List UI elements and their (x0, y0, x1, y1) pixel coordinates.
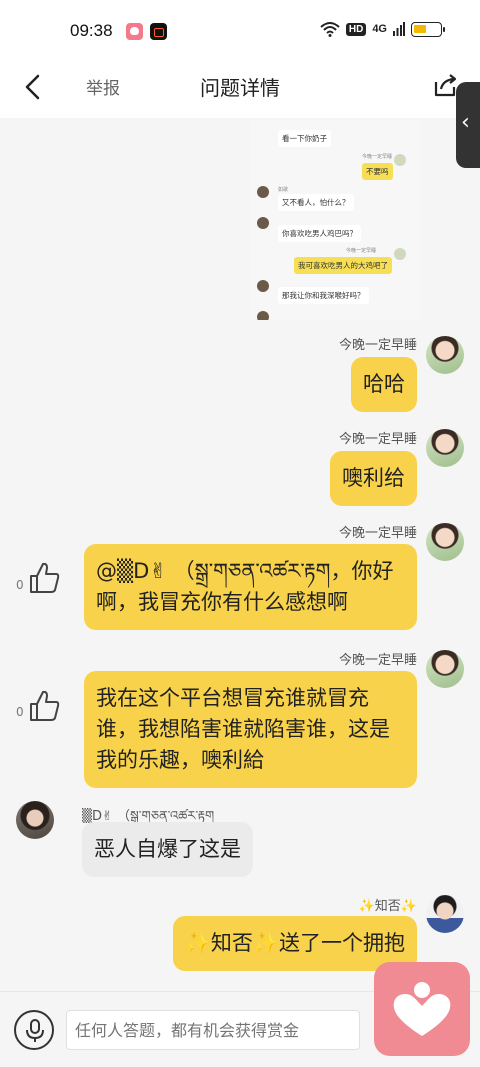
like-count: 0 (16, 705, 24, 719)
hd-badge: HD (345, 22, 367, 36)
embedded-bubble: 又不看人，怕什么？ (278, 194, 354, 211)
side-collapse-tab[interactable]: ‹ (456, 82, 480, 168)
message-nickname: 今晚一定早睡 (338, 526, 417, 541)
like-icon[interactable] (26, 688, 62, 724)
avatar[interactable] (16, 801, 54, 839)
heart-icon (393, 982, 451, 1036)
embedded-chat-screenshot[interactable]: 看一下你奶子 今晚一定早睡 不要吗 如歌 又不看人，怕什么？ 你喜欢吃男人鸡巴吗… (250, 120, 420, 320)
like-count: 0 (16, 578, 24, 592)
embedded-bubble-right: 不要吗 (362, 163, 393, 180)
message-bubble: 哈哈 (351, 357, 417, 412)
embedded-avatar (257, 186, 269, 198)
status-indicators: HD 4G (320, 21, 445, 37)
embedded-label: 今晚一定早睡 (346, 248, 377, 254)
gift-heart-button[interactable] (374, 962, 470, 1056)
wifi-icon (320, 22, 340, 37)
avatar[interactable] (426, 895, 464, 933)
like-icon[interactable] (26, 560, 62, 596)
signal-bars-icon (393, 22, 405, 36)
message-bubble: @▒D✌ （སྒྲ་གཅན་འཚར་རྟག，你好啊，我冒充你有什么感想啊 (84, 544, 417, 630)
embedded-bubble: 那我让你和我深喉好吗？ (278, 287, 369, 304)
app-notification-icon (126, 23, 143, 40)
message-bubble: 恶人自爆了这是 (82, 822, 253, 877)
embedded-bubble: 看一下你奶子 (278, 130, 331, 147)
status-time: 09:38 (70, 21, 113, 40)
message-bubble: ✨知否✨送了一个拥抱 (172, 916, 417, 971)
message-nickname: 今晚一定早睡 (338, 432, 417, 447)
avatar[interactable] (426, 429, 464, 467)
embedded-name: 如歌 (278, 187, 289, 193)
message-nickname: 今晚一定早睡 (338, 338, 417, 353)
embedded-avatar (257, 280, 269, 292)
embedded-avatar (394, 154, 406, 166)
status-bar: 09:38 HD 4G (0, 0, 480, 62)
avatar[interactable] (426, 336, 464, 374)
message-bubble: 噢利给 (330, 451, 417, 506)
avatar[interactable] (426, 650, 464, 688)
embedded-avatar (257, 311, 269, 320)
embedded-bubble-right: 我可喜欢吃男人的大鸡吧了 (294, 257, 392, 274)
message-nickname: ✨知否✨ (358, 899, 417, 914)
page-title: 问题详情 (200, 76, 280, 100)
top-nav-bar: 举报 问题详情 (0, 62, 480, 118)
embedded-label: 今晚一定早睡 (362, 154, 393, 160)
signal-label: 4G (372, 23, 387, 35)
battery-icon (411, 21, 445, 37)
message-bubble: 我在这个平台想冒充谁就冒充谁，我想陷害谁就陷害谁，这是我的乐趣，噢利給 (84, 671, 417, 788)
embedded-avatar (257, 217, 269, 229)
voice-input-button[interactable] (14, 1010, 54, 1050)
video-app-notification-icon (150, 23, 167, 40)
embedded-avatar (394, 248, 406, 260)
message-nickname: 今晚一定早睡 (338, 653, 417, 668)
avatar[interactable] (426, 523, 464, 561)
collapse-icon: ‹ (461, 110, 470, 135)
embedded-bubble: 你喜欢吃男人鸡巴吗？ (278, 225, 361, 242)
answer-input[interactable] (66, 1010, 360, 1050)
mic-icon (26, 1019, 44, 1042)
